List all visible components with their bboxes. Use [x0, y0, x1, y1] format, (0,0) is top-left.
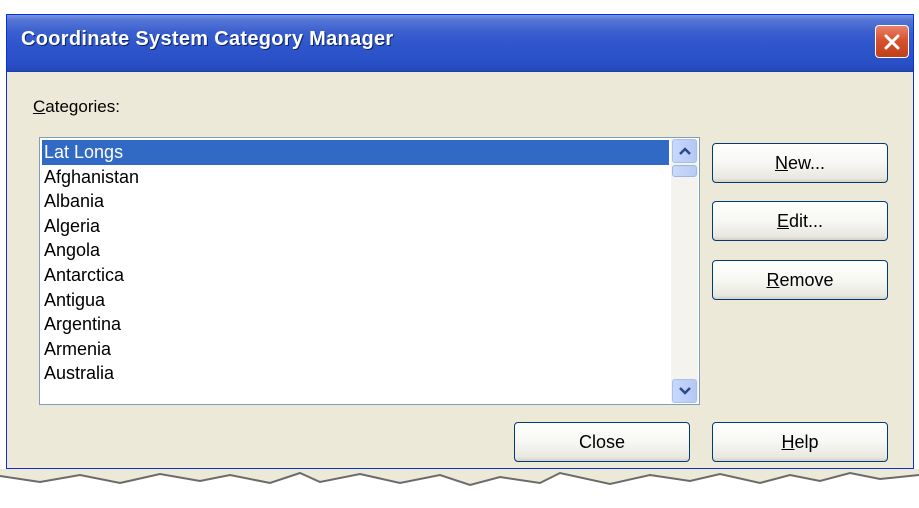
- help-button-rest: elp: [794, 431, 819, 452]
- list-item[interactable]: Lat Longs: [42, 140, 669, 165]
- scroll-down-button[interactable]: [672, 379, 697, 403]
- scroll-thumb[interactable]: [672, 165, 697, 177]
- list-item[interactable]: Algeria: [42, 214, 669, 239]
- edit-button-mnemonic: E: [776, 210, 789, 231]
- categories-label-mnemonic: C: [33, 97, 46, 116]
- list-item[interactable]: Australia: [42, 361, 669, 386]
- remove-button-rest: emove: [779, 269, 834, 290]
- new-button-mnemonic: N: [774, 152, 788, 173]
- remove-button-mnemonic: R: [766, 269, 780, 290]
- categories-label-rest: ategories:: [45, 97, 120, 116]
- list-item[interactable]: Albania: [42, 189, 669, 214]
- list-item[interactable]: Argentina: [42, 312, 669, 337]
- new-button-rest: ew...: [787, 152, 826, 173]
- close-window-button[interactable]: [875, 25, 909, 58]
- window-title: Coordinate System Category Manager: [21, 28, 394, 50]
- list-item[interactable]: Angola: [42, 238, 669, 263]
- list-item[interactable]: Antarctica: [42, 263, 669, 288]
- list-item[interactable]: Armenia: [42, 337, 669, 362]
- list-item[interactable]: Antigua: [42, 288, 669, 313]
- edit-button-rest: dit...: [789, 210, 824, 231]
- categories-list: Lat Longs Afghanistan Albania Algeria An…: [42, 140, 669, 386]
- list-item[interactable]: Afghanistan: [42, 165, 669, 190]
- new-button[interactable]: New...: [712, 143, 888, 183]
- chevron-up-icon: [678, 147, 691, 155]
- categories-listbox[interactable]: Lat Longs Afghanistan Albania Algeria An…: [39, 137, 700, 405]
- title-bar[interactable]: Coordinate System Category Manager: [7, 15, 913, 72]
- torn-edge-decoration: [0, 469, 919, 487]
- close-x-icon: [884, 34, 900, 49]
- edit-button[interactable]: Edit...: [712, 201, 888, 241]
- chevron-down-icon: [678, 387, 691, 395]
- scroll-up-button[interactable]: [672, 139, 697, 163]
- category-manager-dialog: Coordinate System Category Manager Categ…: [6, 14, 914, 469]
- categories-label: Categories:: [33, 97, 120, 117]
- remove-button[interactable]: Remove: [712, 260, 888, 300]
- help-button-mnemonic: H: [781, 431, 795, 452]
- help-button[interactable]: Help: [712, 422, 888, 462]
- close-button-label: Close: [578, 431, 626, 452]
- close-button[interactable]: Close: [514, 422, 690, 462]
- vertical-scrollbar[interactable]: [671, 139, 698, 403]
